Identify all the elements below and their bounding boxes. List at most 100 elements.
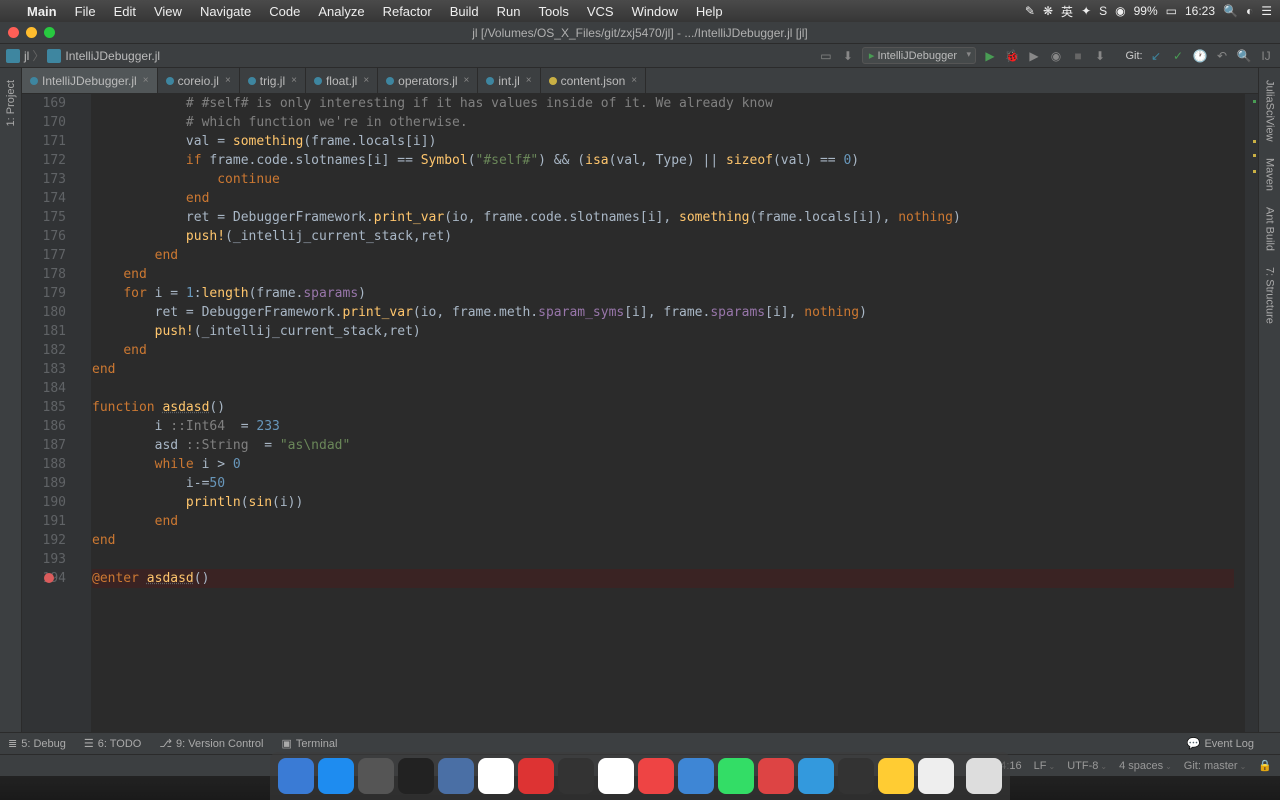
dock-qq-icon[interactable]: [598, 758, 634, 794]
maximize-button[interactable]: [44, 27, 55, 38]
spotlight-icon[interactable]: 🔍: [1223, 4, 1238, 18]
breadcrumb-project[interactable]: jl: [24, 49, 29, 63]
tool-vcs[interactable]: ⎇ 9: Version Control: [159, 737, 263, 750]
close-icon[interactable]: ×: [225, 75, 231, 86]
tool-juliasciview[interactable]: JuliaSciView: [1262, 72, 1278, 150]
git-commit-icon[interactable]: ✓: [1170, 48, 1186, 64]
tab-operators[interactable]: operators.jl×: [378, 68, 478, 93]
git-revert-icon[interactable]: ↶: [1214, 48, 1230, 64]
dock-androidstudio-icon[interactable]: [718, 758, 754, 794]
close-icon[interactable]: ×: [464, 75, 470, 86]
tool-project[interactable]: 1: Project: [3, 72, 19, 134]
close-icon[interactable]: ×: [143, 75, 149, 86]
menu-refactor[interactable]: Refactor: [374, 4, 441, 19]
dock-vscode-icon[interactable]: [678, 758, 714, 794]
close-icon[interactable]: ×: [291, 75, 297, 86]
tab-coreio[interactable]: coreio.jl×: [158, 68, 240, 93]
menu-run[interactable]: Run: [488, 4, 530, 19]
menu-view[interactable]: View: [145, 4, 191, 19]
menu-tools[interactable]: Tools: [530, 4, 578, 19]
dock-chrome-icon[interactable]: [478, 758, 514, 794]
menu-help[interactable]: Help: [687, 4, 732, 19]
ide-settings-icon[interactable]: IJ: [1258, 48, 1274, 64]
git-update-icon[interactable]: ↙: [1148, 48, 1164, 64]
ime-icon[interactable]: ✎: [1025, 4, 1035, 18]
dock-trash-icon[interactable]: [966, 758, 1002, 794]
code-content[interactable]: # #self# is only interesting if it has v…: [92, 94, 1244, 732]
tab-content-json[interactable]: content.json×: [541, 68, 647, 93]
tab-trig[interactable]: trig.jl×: [240, 68, 306, 93]
tool-maven[interactable]: Maven: [1262, 150, 1278, 199]
search-icon[interactable]: 🔍: [1236, 48, 1252, 64]
menu-window[interactable]: Window: [623, 4, 687, 19]
macos-dock[interactable]: [270, 752, 1010, 800]
dock-iterm-icon[interactable]: [558, 758, 594, 794]
debug-icon[interactable]: 🐞: [1004, 48, 1020, 64]
close-icon[interactable]: ×: [631, 75, 637, 86]
run-config-label: IntelliJDebugger: [878, 50, 958, 62]
tool-structure[interactable]: 7: Structure: [1262, 259, 1278, 332]
right-tool-strip: JuliaSciView Maven Ant Build 7: Structur…: [1258, 68, 1280, 732]
profile-icon[interactable]: ◉: [1048, 48, 1064, 64]
status-git-branch[interactable]: Git: master: [1184, 760, 1247, 772]
clock[interactable]: 16:23: [1185, 4, 1215, 18]
stop-icon[interactable]: ■: [1070, 48, 1086, 64]
menu-build[interactable]: Build: [441, 4, 488, 19]
menu-file[interactable]: File: [66, 4, 105, 19]
fold-column[interactable]: [78, 94, 92, 732]
ime-lang[interactable]: 英: [1061, 3, 1073, 20]
dock-netease-icon[interactable]: [518, 758, 554, 794]
error-stripe[interactable]: [1244, 94, 1258, 732]
close-icon[interactable]: ×: [363, 75, 369, 86]
menu-vcs[interactable]: VCS: [578, 4, 623, 19]
dock-telegram-icon[interactable]: [798, 758, 834, 794]
event-log[interactable]: 💬 Event Log: [1187, 737, 1254, 750]
status-indent[interactable]: 4 spaces: [1119, 760, 1172, 772]
menu-edit[interactable]: Edit: [105, 4, 145, 19]
dock-finder-icon[interactable]: [278, 758, 314, 794]
code-editor[interactable]: 1691701711721731741751761771781791801811…: [22, 94, 1258, 732]
tab-float[interactable]: float.jl×: [306, 68, 378, 93]
left-tool-strip: 1: Project: [0, 68, 22, 732]
tab-intellijdebugger[interactable]: IntelliJDebugger.jl×: [22, 68, 158, 93]
menu-app[interactable]: Main: [18, 4, 66, 19]
menu-navigate[interactable]: Navigate: [191, 4, 260, 19]
menu-code[interactable]: Code: [260, 4, 309, 19]
dock-app-icon[interactable]: [878, 758, 914, 794]
tool-terminal[interactable]: ▣ Terminal: [281, 737, 337, 750]
dock-app-icon[interactable]: [638, 758, 674, 794]
status-line-ending[interactable]: LF: [1034, 760, 1056, 772]
julia-file-icon: [30, 77, 38, 85]
dock-terminal-icon[interactable]: [398, 758, 434, 794]
git-history-icon[interactable]: 🕐: [1192, 48, 1208, 64]
dock-youdao-icon[interactable]: [758, 758, 794, 794]
status-lock-icon[interactable]: 🔒: [1258, 759, 1272, 772]
tool-antbuild[interactable]: Ant Build: [1262, 199, 1278, 259]
run-config-dropdown[interactable]: ▸ IntelliJDebugger: [862, 47, 976, 64]
run-icon[interactable]: ▶: [982, 48, 998, 64]
menu-analyze[interactable]: Analyze: [309, 4, 373, 19]
tool-debug[interactable]: ≣ 5: Debug: [8, 737, 66, 750]
s-icon[interactable]: S: [1099, 4, 1107, 18]
bluetooth-icon[interactable]: ❋: [1043, 4, 1053, 18]
dock-sysprefs-icon[interactable]: [358, 758, 394, 794]
tab-int[interactable]: int.jl×: [478, 68, 540, 93]
breadcrumb-file[interactable]: IntelliJDebugger.jl: [65, 49, 160, 63]
close-icon[interactable]: ×: [526, 75, 532, 86]
status-encoding[interactable]: UTF-8: [1067, 760, 1107, 772]
minimize-button[interactable]: [26, 27, 37, 38]
close-button[interactable]: [8, 27, 19, 38]
dock-intellij-icon[interactable]: [838, 758, 874, 794]
dock-java-icon[interactable]: [918, 758, 954, 794]
notif-icon[interactable]: ☰: [1261, 4, 1272, 18]
coverage-icon[interactable]: ▶: [1026, 48, 1042, 64]
dock-app-icon[interactable]: [438, 758, 474, 794]
attach-icon[interactable]: ⬇: [1092, 48, 1108, 64]
build-icon[interactable]: ⬇: [840, 48, 856, 64]
device-icon[interactable]: ▭: [818, 48, 834, 64]
line-gutter[interactable]: 1691701711721731741751761771781791801811…: [22, 94, 78, 732]
wifi-icon[interactable]: ◉: [1115, 4, 1125, 18]
tool-todo[interactable]: ☰ 6: TODO: [84, 737, 141, 750]
siri-icon[interactable]: ◐: [1246, 4, 1253, 18]
dock-appstore-icon[interactable]: [318, 758, 354, 794]
